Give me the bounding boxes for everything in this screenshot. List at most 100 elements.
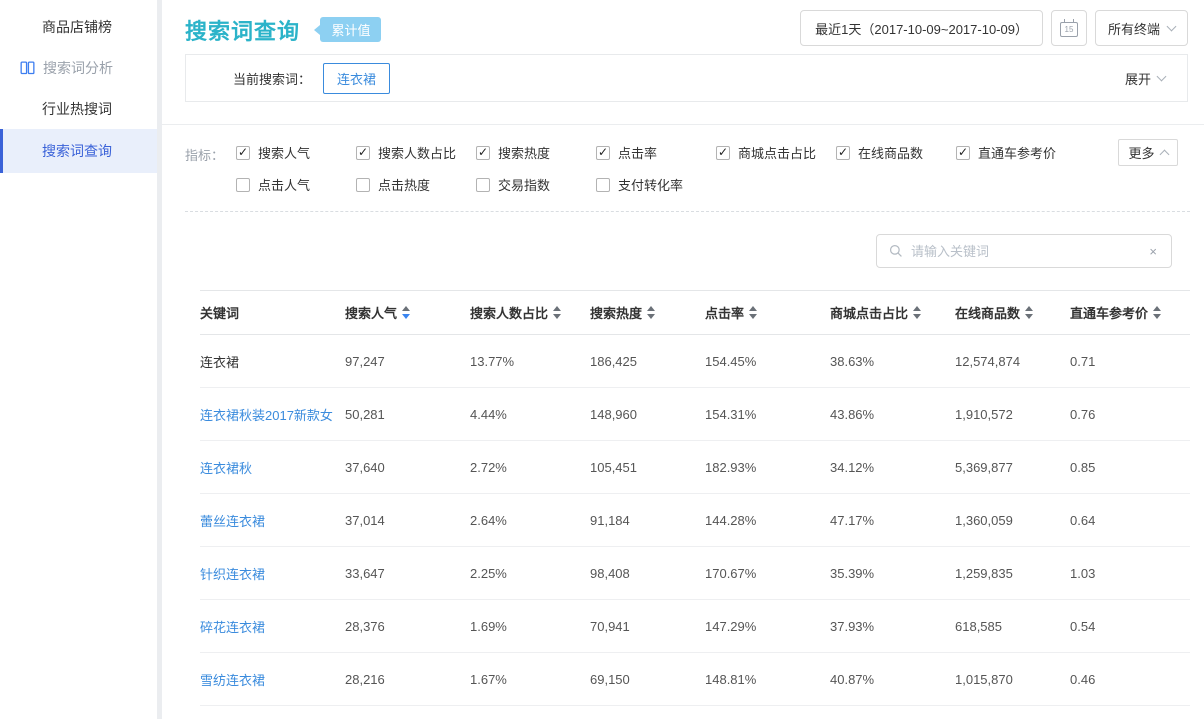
indicators-panel: 指标： 搜索人气 搜索人数占比 搜索热度点击率 商城点击占比 在线商品数 直通车参考价 点… <box>162 125 1204 207</box>
value-cell: 2.25% <box>470 566 590 581</box>
sort-icon <box>1153 306 1161 319</box>
value-cell: 1.69% <box>470 619 590 634</box>
indicator-label: 支付转化率 <box>618 175 683 194</box>
value-cell: 91,184 <box>590 513 705 528</box>
value-cell: 34.12% <box>830 460 955 475</box>
value-cell: 0.54 <box>1070 619 1190 634</box>
sidebar-item-label: 搜索词分析 <box>43 58 113 78</box>
column-header[interactable]: 搜索人数占比 <box>470 303 590 322</box>
sidebar-item-search-term-query[interactable]: 搜索词查询 <box>0 129 157 173</box>
sidebar-item-label: 搜索词查询 <box>42 141 112 161</box>
value-cell: 1,910,572 <box>955 407 1070 422</box>
indicator-label: 在线商品数 <box>858 143 923 162</box>
value-cell: 35.39% <box>830 566 955 581</box>
keyword-link[interactable]: 连衣裙秋 <box>200 458 345 477</box>
column-label: 点击率 <box>705 303 744 322</box>
sort-icon <box>1025 306 1033 319</box>
badge-label: 累计值 <box>331 23 370 38</box>
calendar-icon: 15 <box>1060 22 1078 37</box>
value-cell: 12,574,874 <box>955 354 1070 369</box>
column-header[interactable]: 搜索人气 <box>345 303 470 322</box>
value-cell: 1,259,835 <box>955 566 1070 581</box>
calendar-day-label: 15 <box>1061 25 1077 35</box>
expand-toggle[interactable]: 展开 <box>1125 69 1165 88</box>
current-search-label: 当前搜索词： <box>233 69 311 88</box>
checkbox-checked-icon <box>356 146 370 160</box>
column-label: 搜索热度 <box>590 303 642 322</box>
value-cell: 1,015,870 <box>955 672 1070 687</box>
calendar-button[interactable]: 15 <box>1051 10 1087 46</box>
indicator-ztc-ref-price[interactable]: 直通车参考价 <box>956 143 1076 162</box>
dashed-separator <box>185 211 1190 212</box>
keyword-link[interactable]: 碎花连衣裙 <box>200 617 345 636</box>
search-input[interactable] <box>911 244 1147 259</box>
terminal-select[interactable]: 所有终端 <box>1095 10 1188 46</box>
indicator-click-rate[interactable]: 点击率 <box>596 143 716 162</box>
indicator-label: 直通车参考价 <box>978 143 1056 162</box>
column-label: 搜索人气 <box>345 303 397 322</box>
checkbox-unchecked-icon <box>476 178 490 192</box>
table-header-row: 关键词搜索人气搜索人数占比搜索热度点击率商城点击占比在线商品数直通车参考价 <box>200 290 1190 335</box>
value-cell: 37,640 <box>345 460 470 475</box>
sidebar-nav: 商品店铺榜搜索词分析行业热搜词搜索词查询 <box>0 6 157 173</box>
indicator-pay-conversion[interactable]: 支付转化率 <box>596 175 716 194</box>
indicator-search-popularity[interactable]: 搜索人气 <box>236 143 356 162</box>
main-content: 搜索词查询 累计值 最近1天（2017-10-09~2017-10-09） 15… <box>162 0 1204 719</box>
terminal-select-label: 所有终端 <box>1108 19 1160 38</box>
indicator-search-user-ratio[interactable]: 搜索人数占比 <box>356 143 476 162</box>
sidebar-item-product-shop-rank[interactable]: 商品店铺榜 <box>0 6 157 47</box>
value-cell: 186,425 <box>590 354 705 369</box>
keywords-table: 关键词搜索人气搜索人数占比搜索热度点击率商城点击占比在线商品数直通车参考价 连衣… <box>200 290 1190 706</box>
indicator-search-heat[interactable]: 搜索热度 <box>476 143 596 162</box>
indicator-label: 搜索人气 <box>258 143 310 162</box>
search-icon <box>889 244 903 258</box>
sidebar-item-label: 行业热搜词 <box>42 99 112 119</box>
indicator-label: 商城点击占比 <box>738 143 816 162</box>
indicator-online-products[interactable]: 在线商品数 <box>836 143 956 162</box>
column-header[interactable]: 直通车参考价 <box>1070 303 1190 322</box>
checkbox-unchecked-icon <box>596 178 610 192</box>
clear-icon[interactable]: × <box>1147 244 1159 259</box>
column-header[interactable]: 搜索热度 <box>590 303 705 322</box>
value-cell: 33,647 <box>345 566 470 581</box>
checkbox-unchecked-icon <box>356 178 370 192</box>
table-row: 雪纺连衣裙28,2161.67%69,150148.81%40.87%1,015… <box>200 653 1190 706</box>
indicator-trade-index[interactable]: 交易指数 <box>476 175 596 194</box>
value-cell: 5,369,877 <box>955 460 1070 475</box>
indicator-label: 搜索人数占比 <box>378 143 456 162</box>
value-cell: 1.03 <box>1070 566 1190 581</box>
value-cell: 0.85 <box>1070 460 1190 475</box>
keyword-search-box: × <box>876 234 1172 268</box>
keyword-link[interactable]: 蕾丝连衣裙 <box>200 511 345 530</box>
keyword-link[interactable]: 针织连衣裙 <box>200 564 345 583</box>
checkbox-checked-icon <box>836 146 850 160</box>
column-header[interactable]: 在线商品数 <box>955 303 1070 322</box>
indicator-click-popularity[interactable]: 点击人气 <box>236 175 356 194</box>
table-row: 连衣裙秋37,6402.72%105,451182.93%34.12%5,369… <box>200 441 1190 494</box>
more-button[interactable]: 更多 <box>1118 139 1178 166</box>
expand-label: 展开 <box>1125 69 1151 88</box>
sidebar-item-label: 商品店铺榜 <box>42 17 112 37</box>
date-range-button[interactable]: 最近1天（2017-10-09~2017-10-09） <box>800 10 1043 46</box>
value-cell: 97,247 <box>345 354 470 369</box>
value-cell: 1.67% <box>470 672 590 687</box>
value-cell: 2.72% <box>470 460 590 475</box>
value-cell: 144.28% <box>705 513 830 528</box>
column-header[interactable]: 商城点击占比 <box>830 303 955 322</box>
keyword-cell: 连衣裙 <box>200 352 345 371</box>
column-header[interactable]: 点击率 <box>705 303 830 322</box>
value-cell: 40.87% <box>830 672 955 687</box>
table-row: 连衣裙秋装2017新款女50,2814.44%148,960154.31%43.… <box>200 388 1190 441</box>
keyword-link[interactable]: 雪纺连衣裙 <box>200 670 345 689</box>
sidebar-item-industry-hot-words[interactable]: 行业热搜词 <box>0 88 157 129</box>
value-cell: 182.93% <box>705 460 830 475</box>
sidebar-item-search-term-analysis[interactable]: 搜索词分析 <box>0 47 157 88</box>
column-label: 直通车参考价 <box>1070 303 1148 322</box>
current-keyword-chip[interactable]: 连衣裙 <box>323 63 390 94</box>
indicators-label: 指标： <box>185 143 224 207</box>
cumulative-value-badge: 累计值 <box>320 17 381 42</box>
keyword-link[interactable]: 连衣裙秋装2017新款女 <box>200 405 345 424</box>
value-cell: 70,941 <box>590 619 705 634</box>
indicator-mall-click-ratio[interactable]: 商城点击占比 <box>716 143 836 162</box>
indicator-click-heat[interactable]: 点击热度 <box>356 175 476 194</box>
